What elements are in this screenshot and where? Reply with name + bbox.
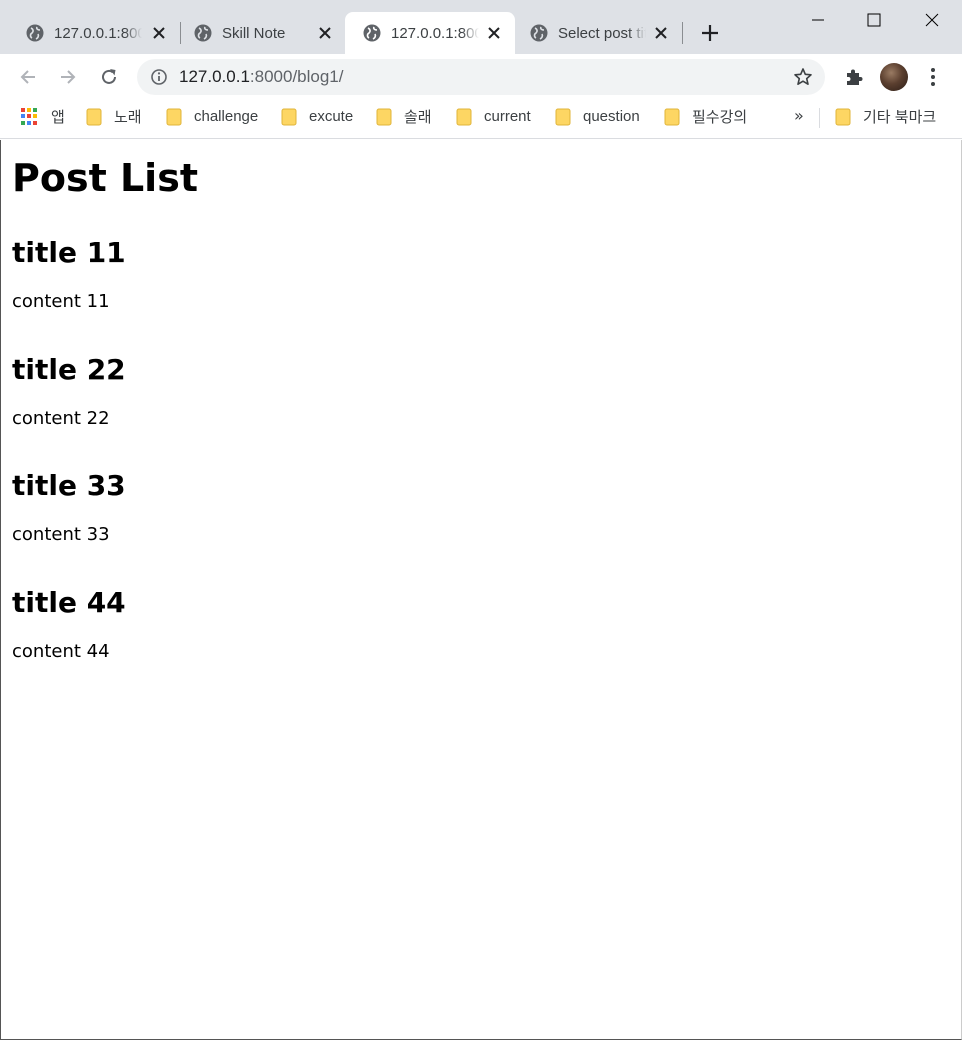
bookmark-label: 필수강의 xyxy=(692,109,748,126)
bookmarks-overflow-button[interactable]: » xyxy=(794,106,804,125)
tab-2[interactable]: Skill Note xyxy=(176,12,346,54)
page-viewport: Post List title 11 content 11 title 22 c… xyxy=(0,140,962,1040)
arrow-left-icon xyxy=(20,70,35,84)
bookmark-label: 노래 xyxy=(114,109,142,126)
url-text[interactable]: 127.0.0.1:8000/blog1/ xyxy=(179,67,344,87)
page-title: Post List xyxy=(12,156,198,200)
tab-title: Select post title xyxy=(558,24,646,42)
bookmark-folder[interactable]: question xyxy=(555,100,640,133)
close-icon[interactable] xyxy=(654,26,668,40)
maximize-button[interactable] xyxy=(851,6,897,34)
globe-icon xyxy=(26,24,44,42)
reload-icon xyxy=(102,69,116,84)
post-item: title 11 content 11 xyxy=(12,236,126,313)
minimize-icon xyxy=(812,19,824,21)
profile-avatar[interactable] xyxy=(880,63,908,91)
bookmarks-bar: 앱 노래 challenge excute 솔래 current questio… xyxy=(0,100,962,139)
post-content: content 11 xyxy=(12,291,110,312)
info-icon[interactable] xyxy=(150,68,168,86)
globe-icon xyxy=(363,24,381,42)
url-host: 127.0.0.1 xyxy=(179,67,250,86)
bookmark-label: excute xyxy=(309,108,354,125)
folder-icon xyxy=(664,108,680,125)
bookmark-label: current xyxy=(484,108,531,125)
apps-grid-icon xyxy=(21,107,39,126)
address-bar[interactable]: 127.0.0.1:8000/blog1/ xyxy=(137,59,825,95)
other-bookmarks-label: 기타 북마크 xyxy=(863,109,937,126)
folder-icon xyxy=(166,108,182,125)
other-bookmarks[interactable]: 기타 북마크 xyxy=(835,100,936,133)
minimize-button[interactable] xyxy=(795,6,841,34)
tab-title: 127.0.0.1:8000 xyxy=(54,24,142,42)
bookmark-folder[interactable]: 필수강의 xyxy=(664,100,747,133)
post-title: title 33 xyxy=(12,469,126,502)
folder-icon xyxy=(555,108,571,125)
post-item: title 22 content 22 xyxy=(12,353,126,430)
reload-button[interactable] xyxy=(96,64,122,90)
close-icon[interactable] xyxy=(487,26,501,40)
browser-toolbar: 127.0.0.1:8000/blog1/ xyxy=(0,54,962,100)
folder-icon xyxy=(281,108,297,125)
bookmark-folder[interactable]: current xyxy=(456,100,531,133)
post-item: title 33 content 33 xyxy=(12,469,126,546)
new-tab-plus-icon[interactable] xyxy=(697,20,723,46)
folder-icon xyxy=(86,108,102,125)
window-close-button[interactable] xyxy=(909,6,955,34)
tab-4[interactable]: Select post title xyxy=(512,12,682,54)
folder-icon xyxy=(456,108,472,125)
bookmark-label: 앱 xyxy=(51,109,65,126)
globe-icon xyxy=(194,24,212,42)
bookmarks-divider xyxy=(819,108,820,128)
puzzle-extensions-icon[interactable] xyxy=(843,66,865,88)
folder-icon xyxy=(835,108,851,125)
close-icon[interactable] xyxy=(318,26,332,40)
url-path: :8000/blog1/ xyxy=(249,67,344,86)
tab-title: 127.0.0.1:8000 xyxy=(391,24,479,42)
bookmark-label: challenge xyxy=(194,108,259,125)
post-title: title 22 xyxy=(12,353,126,386)
bookmark-apps[interactable]: 앱 xyxy=(21,100,65,133)
close-icon xyxy=(925,13,939,27)
bookmark-folder[interactable]: excute xyxy=(281,100,353,133)
bookmark-label: question xyxy=(583,108,640,125)
post-title: title 11 xyxy=(12,236,126,269)
close-icon[interactable] xyxy=(152,26,166,40)
post-content: content 44 xyxy=(12,641,110,662)
bookmark-label: 솔래 xyxy=(404,109,432,126)
post-title: title 44 xyxy=(12,586,126,619)
post-content: content 33 xyxy=(12,524,110,545)
tab-1[interactable]: 127.0.0.1:8000 xyxy=(8,12,180,54)
star-icon[interactable] xyxy=(793,67,813,87)
kebab-menu-icon[interactable] xyxy=(923,66,943,88)
globe-icon xyxy=(530,24,548,42)
tab-3-active[interactable]: 127.0.0.1:8000 xyxy=(345,12,515,54)
tab-divider xyxy=(682,22,683,44)
arrow-right-icon xyxy=(61,70,76,84)
tab-title: Skill Note xyxy=(222,24,286,42)
folder-icon xyxy=(376,108,392,125)
tab-strip: 127.0.0.1:8000 Skill Note 127.0.0.1:8000 xyxy=(0,0,962,54)
bookmark-folder[interactable]: challenge xyxy=(166,100,258,133)
bookmark-folder[interactable]: 솔래 xyxy=(376,100,432,133)
post-content: content 22 xyxy=(12,408,110,429)
forward-button[interactable] xyxy=(55,64,81,90)
bookmark-folder[interactable]: 노래 xyxy=(86,100,142,133)
post-item: title 44 content 44 xyxy=(12,586,126,663)
maximize-icon xyxy=(867,13,881,27)
back-button[interactable] xyxy=(15,64,41,90)
